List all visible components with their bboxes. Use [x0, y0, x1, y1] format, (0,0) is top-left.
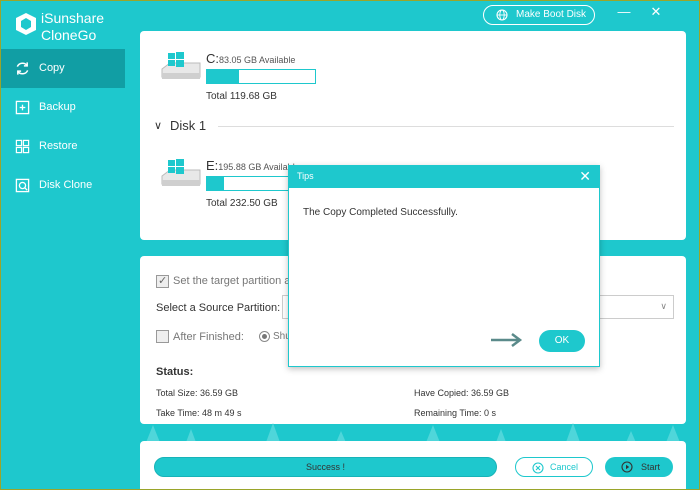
- sidebar-item-backup[interactable]: Backup: [1, 88, 125, 127]
- backup-icon: [15, 100, 30, 115]
- total-size: Total 119.68 GB: [206, 91, 277, 102]
- app-window: iSunshare CloneGo Copy Backup Restore Di…: [0, 0, 700, 490]
- available-space: 83.05 GB Available: [219, 55, 296, 65]
- restore-icon: [15, 139, 30, 154]
- target-partition-label: Set the target partition a: [173, 275, 291, 287]
- make-boot-disk-label: Make Boot Disk: [516, 9, 587, 20]
- dialog-title: Tips: [297, 171, 314, 181]
- progress-bar: Success !: [154, 457, 497, 477]
- usage-bar-fill: [207, 177, 225, 190]
- ok-button[interactable]: OK: [539, 330, 585, 352]
- cancel-button[interactable]: Cancel: [515, 457, 593, 477]
- app-name-line2: CloneGo: [41, 27, 97, 43]
- refresh-icon: [16, 62, 29, 75]
- sidebar: iSunshare CloneGo Copy Backup Restore Di…: [1, 1, 125, 489]
- usage-bar: [206, 69, 316, 84]
- drive-icon: [161, 159, 201, 186]
- sidebar-nav: Copy Backup Restore Disk Clone: [1, 49, 125, 205]
- logo-icon: [16, 13, 36, 35]
- tips-dialog: Tips ✕ The Copy Completed Successfully. …: [288, 165, 600, 367]
- app-logo: iSunshare CloneGo: [15, 10, 125, 46]
- after-finished-checkbox[interactable]: [156, 330, 169, 343]
- dialog-message: The Copy Completed Successfully.: [303, 207, 458, 218]
- drive-icon: [161, 52, 201, 79]
- start-label: Start: [641, 462, 661, 472]
- disk-clone-icon: [15, 178, 30, 193]
- remaining-time-status: Remaining Time: 0 s: [414, 408, 497, 418]
- cancel-label: Cancel: [550, 462, 579, 472]
- divider: [218, 126, 674, 127]
- sidebar-item-label: Backup: [39, 101, 76, 113]
- dialog-close-icon[interactable]: ✕: [579, 168, 591, 185]
- total-size: Total 232.50 GB: [206, 198, 278, 209]
- disk-group-header[interactable]: ∨ Disk 1: [154, 119, 674, 133]
- source-partition-label: Select a Source Partition:: [156, 302, 281, 314]
- after-finished-label: After Finished:: [173, 331, 244, 343]
- shutdown-radio[interactable]: [259, 331, 270, 342]
- play-icon: [621, 461, 633, 473]
- sidebar-item-label: Restore: [39, 140, 78, 152]
- usage-bar-fill: [207, 70, 240, 83]
- app-name-line1: iSunshare: [41, 10, 105, 26]
- sidebar-item-label: Disk Clone: [39, 179, 93, 191]
- sidebar-item-label: Copy: [39, 62, 65, 74]
- chevron-down-icon: ∨: [660, 301, 667, 311]
- window-close-button[interactable]: ✕: [648, 4, 664, 20]
- take-time-status: Take Time: 48 m 49 s: [156, 408, 242, 418]
- disk-group-label: Disk 1: [170, 118, 207, 133]
- status-title: Status:: [156, 366, 194, 378]
- target-partition-checkbox[interactable]: [156, 274, 169, 288]
- arrow-right-icon: [491, 333, 523, 347]
- sidebar-item-disk-clone[interactable]: Disk Clone: [1, 166, 125, 205]
- cancel-icon: [532, 462, 544, 474]
- make-boot-disk-button[interactable]: Make Boot Disk: [483, 5, 595, 25]
- chevron-down-icon: ∨: [154, 120, 163, 132]
- minimize-button[interactable]: —: [616, 4, 632, 19]
- progress-text: Success !: [305, 462, 345, 472]
- drive-letter: E:: [206, 158, 219, 173]
- sidebar-item-copy[interactable]: Copy: [1, 49, 125, 88]
- action-bar: Success ! Cancel Start: [140, 441, 686, 489]
- drive-letter: C:: [206, 51, 219, 66]
- start-button[interactable]: Start: [605, 457, 673, 477]
- have-copied-status: Have Copied: 36.59 GB: [414, 388, 510, 398]
- dialog-header: Tips ✕: [289, 166, 599, 188]
- total-size-status: Total Size: 36.59 GB: [156, 388, 239, 398]
- sidebar-item-restore[interactable]: Restore: [1, 127, 125, 166]
- globe-icon: [496, 9, 508, 21]
